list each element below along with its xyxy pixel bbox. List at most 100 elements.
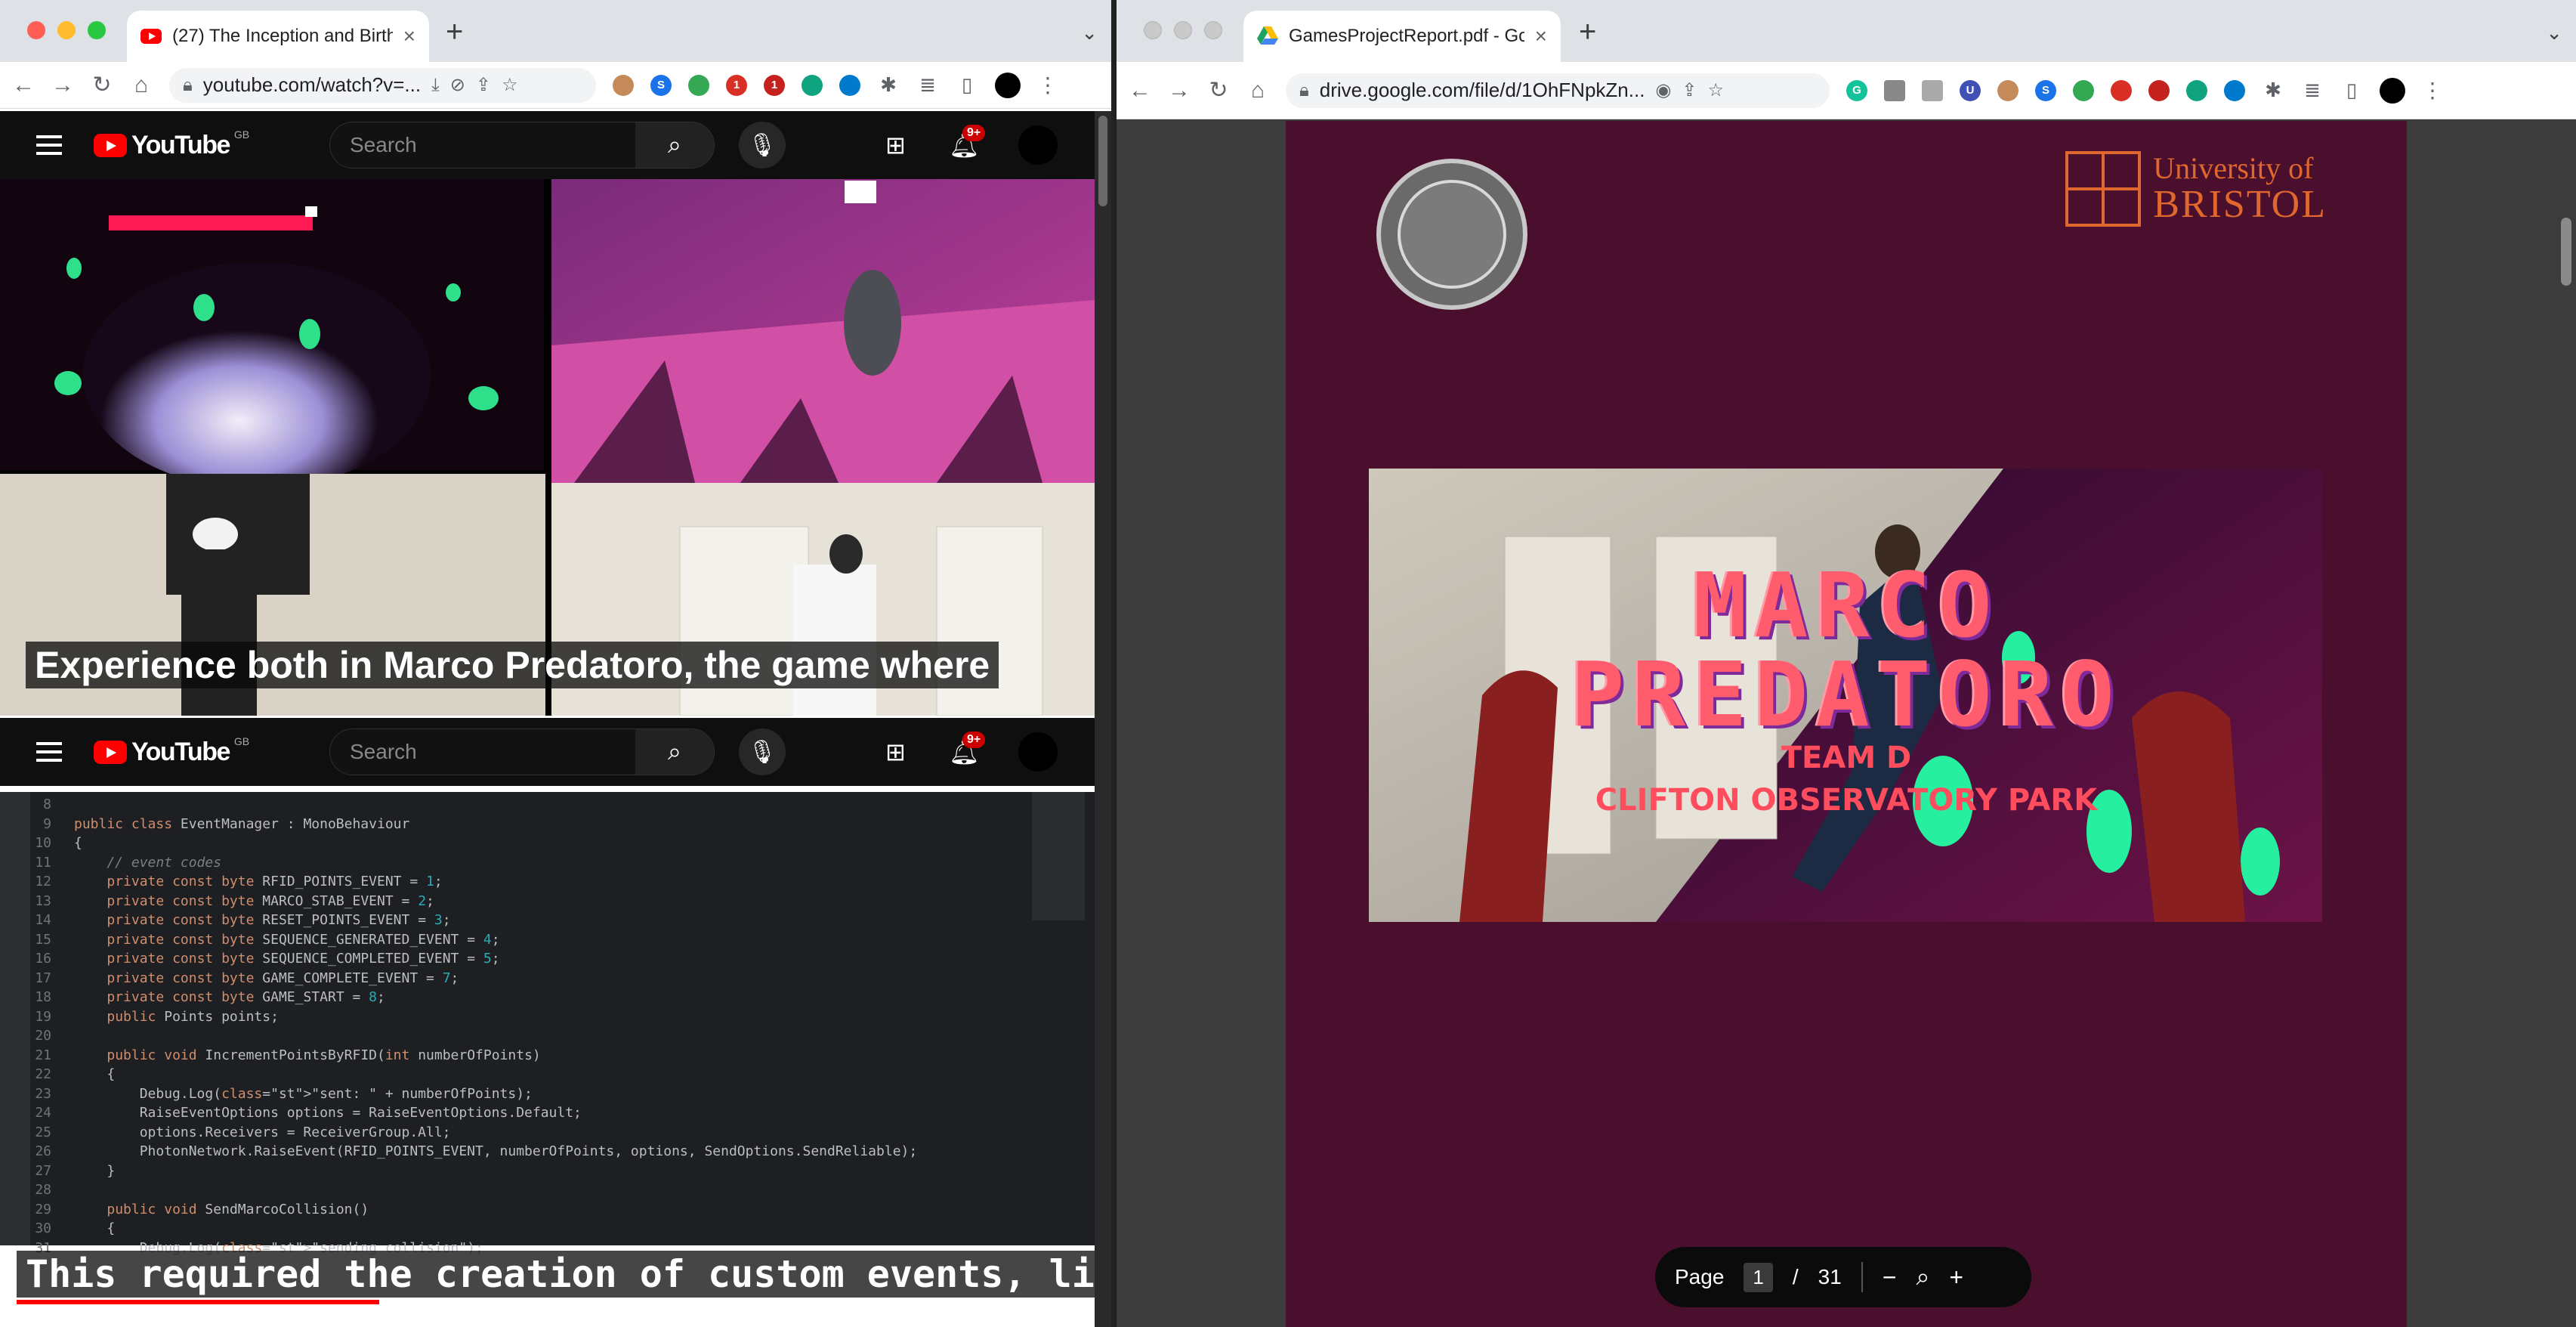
profile-avatar[interactable] [995, 72, 1021, 98]
lock-icon[interactable]: 🔒︎ [1299, 80, 1309, 101]
hamburger-menu-icon[interactable] [36, 742, 62, 762]
search-input[interactable]: Search [330, 122, 635, 168]
code-text: public class EventManager : MonoBehaviou… [74, 815, 410, 832]
code-text: RaiseEventOptions options = RaiseEventOp… [74, 1105, 582, 1121]
reading-list-icon[interactable]: ≣ [2301, 79, 2324, 102]
home-icon[interactable]: ⌂ [1246, 78, 1269, 104]
current-page-input[interactable]: 1 [1744, 1262, 1773, 1292]
forward-arrow-icon[interactable]: → [51, 73, 74, 98]
minimize-window-button[interactable] [57, 21, 76, 39]
back-arrow-icon[interactable]: ← [12, 73, 35, 98]
hamburger-menu-icon[interactable] [36, 135, 62, 155]
share-icon[interactable]: ⇪ [1682, 79, 1697, 101]
vscode-icon[interactable] [2224, 79, 2245, 101]
tab-drive-pdf[interactable]: GamesProjectReport.pdf - Goo × [1243, 11, 1561, 62]
extension-u-icon[interactable]: U [1960, 79, 1981, 101]
youtube-logo[interactable]: YouTube GB [94, 128, 249, 160]
back-arrow-icon[interactable]: ← [1129, 78, 1151, 104]
url-text[interactable]: youtube.com/watch?v=... [203, 73, 421, 97]
extension-avatar-icon[interactable] [1997, 79, 2018, 101]
share-icon[interactable]: ⇪ [476, 74, 491, 96]
new-tab-button[interactable]: + [1579, 17, 1596, 47]
pdf-title-line2: PREDATORO [1571, 642, 2122, 747]
extension-grey-icon[interactable] [1884, 79, 1905, 101]
lock-icon[interactable]: 🔒︎ [183, 75, 193, 96]
microphone-icon[interactable]: 🎙︎ [739, 122, 786, 169]
reading-list-icon[interactable]: ≣ [916, 73, 939, 97]
video-player-code[interactable]: 8 9 public class EventManager : MonoBehavi… [0, 792, 1111, 1304]
extension-badge: 1 [771, 79, 778, 91]
browser-menu-icon[interactable]: ⋮ [2422, 78, 2443, 103]
search-input[interactable]: Search [330, 729, 635, 775]
page-scrollbar[interactable] [1095, 111, 1111, 1327]
close-window-button[interactable] [27, 21, 45, 39]
create-video-icon[interactable]: ⊞ [885, 131, 906, 159]
extensions-puzzle-icon[interactable]: ✱ [2262, 79, 2284, 102]
youtube-avatar[interactable] [1018, 125, 1058, 165]
code-line: 17 private const byte GAME_COMPLETE_EVEN… [0, 969, 459, 988]
close-tab-icon[interactable]: × [403, 24, 415, 48]
reload-icon[interactable]: ↻ [1207, 77, 1230, 104]
adblock-icon[interactable]: 1 [764, 74, 785, 96]
line-number: 29 [35, 1201, 51, 1217]
line-number: 11 [35, 854, 51, 871]
extension-flower-icon[interactable] [2186, 79, 2207, 101]
grammarly-icon[interactable]: G [1846, 79, 1867, 101]
video-caption: This required the creation of custom eve… [17, 1251, 1111, 1298]
extensions-puzzle-icon[interactable]: ✱ [877, 73, 900, 97]
minimize-window-button[interactable] [1174, 21, 1192, 39]
youtube-avatar[interactable] [1018, 732, 1058, 772]
extension-blue-icon[interactable]: S [650, 74, 672, 96]
profile-avatar[interactable] [2380, 77, 2405, 104]
scrollbar-thumb[interactable] [1098, 116, 1107, 206]
video-progress-bar[interactable] [17, 1300, 379, 1304]
extension-notion-icon[interactable] [1922, 79, 1943, 101]
code-text: public void SendMarcoCollision() [107, 1201, 369, 1217]
tab-youtube[interactable]: (27) The Inception and Birth of × [127, 11, 429, 62]
side-panel-icon[interactable]: ▯ [956, 73, 978, 97]
extension-green-icon[interactable] [688, 74, 709, 96]
code-line: 8 [0, 795, 74, 815]
browser-menu-icon[interactable]: ⋮ [1037, 73, 1058, 97]
eye-icon[interactable]: ◉ [1655, 79, 1671, 101]
address-bar[interactable]: 🔒︎ youtube.com/watch?v=... ⤓ ⊘ ⇪ ☆ [169, 67, 596, 103]
vscode-icon[interactable] [839, 74, 860, 96]
reload-icon[interactable]: ↻ [91, 72, 113, 98]
notification-badge: 9+ [962, 732, 986, 748]
page-label: Page [1675, 1265, 1725, 1288]
maximize-window-button[interactable] [88, 21, 106, 39]
zoom-out-icon[interactable]: − [1883, 1264, 1897, 1291]
create-video-icon[interactable]: ⊞ [885, 738, 906, 766]
bookmark-star-icon[interactable]: ☆ [1707, 79, 1724, 101]
tab-search-chevron-icon[interactable]: ⌄ [1081, 21, 1098, 45]
home-icon[interactable]: ⌂ [130, 73, 153, 98]
bookmark-star-icon[interactable]: ☆ [502, 74, 518, 96]
zoom-magnifier-icon[interactable]: ⌕ [1917, 1263, 1930, 1291]
install-icon[interactable]: ⤓ [431, 75, 440, 96]
microphone-icon[interactable]: 🎙︎ [739, 728, 786, 775]
eye-off-icon[interactable]: ⊘ [450, 74, 465, 96]
extension-green-icon[interactable] [2073, 79, 2094, 101]
side-panel-icon[interactable]: ▯ [2340, 79, 2363, 102]
google-drive-icon [1257, 26, 1278, 45]
address-bar[interactable]: 🔒︎ drive.google.com/file/d/1OhFNpkZn... … [1286, 73, 1830, 108]
pdf-scrollbar-thumb[interactable] [2561, 218, 2571, 286]
search-icon[interactable]: ⌕ [635, 729, 714, 775]
zoom-in-icon[interactable]: + [1949, 1264, 1963, 1291]
tab-search-chevron-icon[interactable]: ⌄ [2546, 21, 2562, 45]
close-window-button[interactable] [1144, 21, 1162, 39]
close-tab-icon[interactable]: × [1535, 24, 1547, 48]
extension-red-icon[interactable]: 1 [726, 74, 747, 96]
extension-red-icon[interactable] [2111, 79, 2132, 101]
youtube-logo[interactable]: YouTube GB [94, 735, 249, 767]
url-text[interactable]: drive.google.com/file/d/1OhFNpkZn... [1320, 79, 1645, 102]
extension-avatar-icon[interactable] [613, 74, 634, 96]
maximize-window-button[interactable] [1204, 21, 1222, 39]
new-tab-button[interactable]: + [446, 17, 463, 47]
video-player-top[interactable]: Experience both in Marco Predatoro, the … [0, 179, 1095, 716]
adblock-icon[interactable] [2148, 79, 2170, 101]
extension-blue-icon[interactable]: S [2035, 79, 2056, 101]
forward-arrow-icon[interactable]: → [1168, 78, 1191, 104]
extension-flower-icon[interactable] [802, 74, 823, 96]
search-icon[interactable]: ⌕ [635, 122, 714, 168]
